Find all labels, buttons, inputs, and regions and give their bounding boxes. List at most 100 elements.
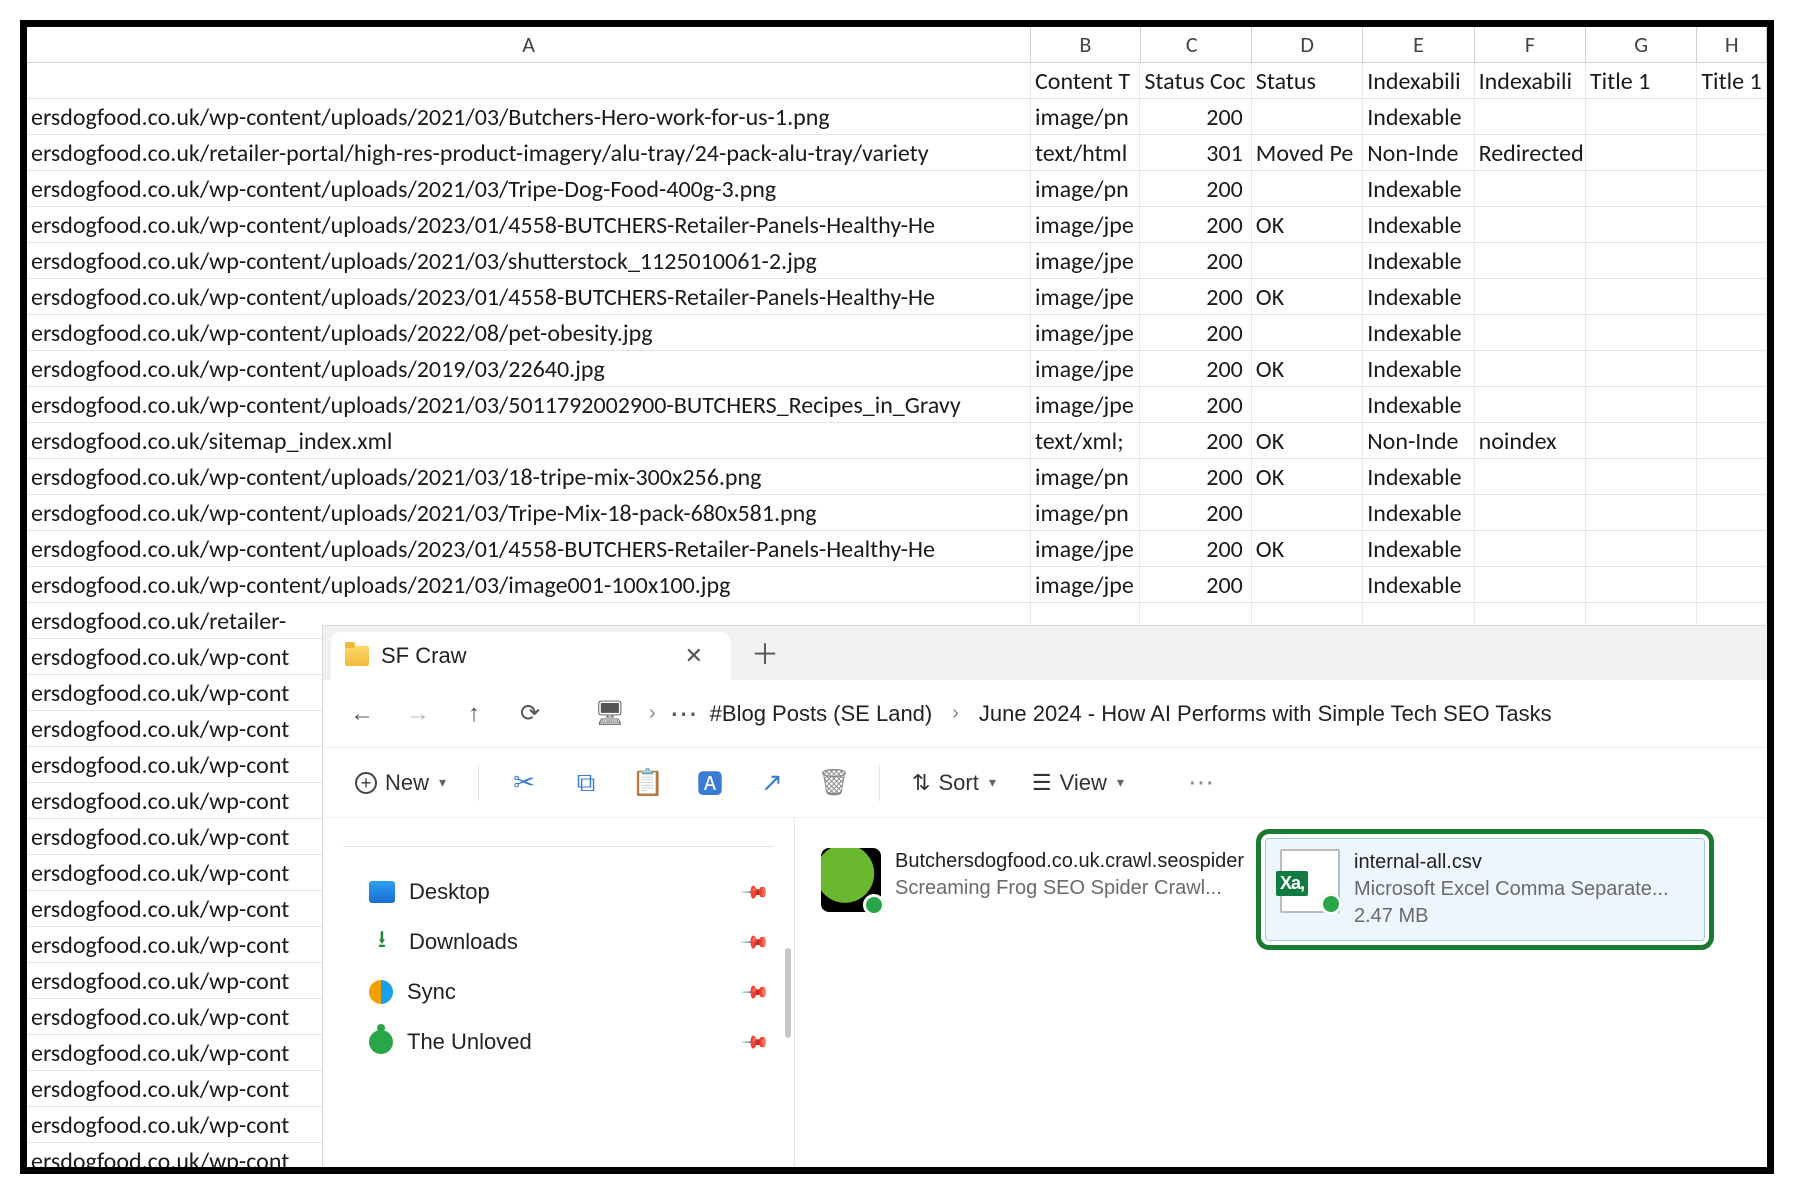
cell-indexability[interactable]: Indexable: [1363, 171, 1474, 206]
breadcrumb-part2[interactable]: June 2024 - How AI Performs with Simple …: [973, 701, 1558, 727]
cell-url[interactable]: ersdogfood.co.uk/wp-content/uploads/2022…: [27, 315, 1031, 350]
header-status-code[interactable]: Status Coc: [1140, 63, 1251, 98]
cell-status-code[interactable]: 200: [1140, 279, 1251, 314]
cell-indexability-status[interactable]: [1475, 207, 1586, 242]
cell-url[interactable]: ersdogfood.co.uk/wp-content/uploads/2021…: [27, 99, 1031, 134]
cell-indexability-status[interactable]: [1475, 387, 1586, 422]
new-button[interactable]: + New ▾: [341, 764, 460, 802]
cell-status-code[interactable]: 200: [1140, 243, 1251, 278]
cell-content-type[interactable]: image/jpe: [1031, 387, 1140, 422]
cut-icon[interactable]: ✂: [497, 761, 551, 805]
cell-url[interactable]: ersdogfood.co.uk/wp-content/uploads/2021…: [27, 171, 1031, 206]
refresh-button[interactable]: ⟳: [505, 692, 555, 736]
file-item-seospider[interactable]: Butchersdogfood.co.uk.crawl.seospider Sc…: [807, 838, 1247, 922]
cell-title1[interactable]: [1586, 99, 1697, 134]
cell-status[interactable]: [1252, 99, 1363, 134]
cell-content-type[interactable]: image/jpe: [1031, 351, 1140, 386]
table-row[interactable]: ersdogfood.co.uk/wp-content/uploads/2022…: [27, 315, 1767, 351]
scrollbar[interactable]: [785, 948, 791, 1038]
cell-url[interactable]: ersdogfood.co.uk/wp-content/uploads/2021…: [27, 387, 1031, 422]
cell-content-type[interactable]: image/jpe: [1031, 531, 1140, 566]
table-row[interactable]: ersdogfood.co.uk/wp-content/uploads/2021…: [27, 243, 1767, 279]
delete-icon[interactable]: 🗑: [807, 761, 861, 805]
cell-indexability-status[interactable]: [1475, 531, 1586, 566]
copy-icon[interactable]: ⧉: [559, 761, 613, 805]
more-options-button[interactable]: ⋯: [1174, 761, 1228, 805]
table-row[interactable]: ersdogfood.co.uk/wp-content/uploads/2023…: [27, 279, 1767, 315]
cell-indexability-status[interactable]: [1475, 315, 1586, 350]
cell-indexability-status[interactable]: [1475, 459, 1586, 494]
header-indexability-status[interactable]: Indexabili: [1475, 63, 1586, 98]
sidebar-item-downloads[interactable]: ⭳ Downloads 📌: [323, 917, 794, 967]
cell-title1[interactable]: [1586, 135, 1697, 170]
cell-title1[interactable]: [1586, 243, 1697, 278]
cell-title1[interactable]: [1586, 315, 1697, 350]
cell-title1b[interactable]: [1697, 387, 1767, 422]
cell-status-code[interactable]: 200: [1140, 423, 1251, 458]
cell-status[interactable]: OK: [1252, 279, 1363, 314]
cell-indexability-status[interactable]: [1475, 243, 1586, 278]
cell-content-type[interactable]: text/xml;: [1031, 423, 1140, 458]
explorer-tab[interactable]: SF Craw ✕: [331, 632, 731, 680]
table-row[interactable]: ersdogfood.co.uk/wp-content/uploads/2021…: [27, 387, 1767, 423]
cell-status[interactable]: [1252, 567, 1363, 602]
header-content-type[interactable]: Content T: [1031, 63, 1140, 98]
cell-status-code[interactable]: 301: [1140, 135, 1251, 170]
cell-status[interactable]: [1252, 171, 1363, 206]
view-button[interactable]: ☰ View ▾: [1018, 764, 1138, 802]
cell-indexability[interactable]: Indexable: [1363, 99, 1474, 134]
cell-title1b[interactable]: [1697, 531, 1767, 566]
cell-title1b[interactable]: [1697, 423, 1767, 458]
back-button[interactable]: ←: [337, 692, 387, 736]
cell-status-code[interactable]: 200: [1140, 387, 1251, 422]
cell-content-type[interactable]: image/jpe: [1031, 279, 1140, 314]
cell-indexability[interactable]: Indexable: [1363, 351, 1474, 386]
cell-status-code[interactable]: 200: [1140, 99, 1251, 134]
cell-indexability[interactable]: Non-Inde: [1363, 135, 1474, 170]
cell-indexability[interactable]: Indexable: [1363, 279, 1474, 314]
sort-button[interactable]: ⇅ Sort ▾: [898, 764, 1010, 802]
table-row[interactable]: ersdogfood.co.uk/wp-content/uploads/2021…: [27, 495, 1767, 531]
cell-title1b[interactable]: [1697, 99, 1767, 134]
cell-indexability-status[interactable]: [1475, 171, 1586, 206]
cell-title1b[interactable]: [1697, 567, 1767, 602]
cell-title1b[interactable]: [1697, 171, 1767, 206]
cell-indexability[interactable]: Indexable: [1363, 567, 1474, 602]
cell-url[interactable]: ersdogfood.co.uk/wp-content/uploads/2021…: [27, 567, 1031, 602]
cell-indexability-status[interactable]: [1475, 279, 1586, 314]
cell-status[interactable]: OK: [1252, 423, 1363, 458]
cell-indexability[interactable]: Non-Inde: [1363, 423, 1474, 458]
cell-title1[interactable]: [1586, 423, 1697, 458]
cell-title1[interactable]: [1586, 279, 1697, 314]
cell-status-code[interactable]: 200: [1140, 207, 1251, 242]
cell-indexability[interactable]: Indexable: [1363, 531, 1474, 566]
cell-status-code[interactable]: 200: [1140, 459, 1251, 494]
cell-indexability-status[interactable]: [1475, 567, 1586, 602]
cell-content-type[interactable]: image/jpe: [1031, 243, 1140, 278]
cell-status-code[interactable]: 200: [1140, 495, 1251, 530]
cell-title1[interactable]: [1586, 531, 1697, 566]
cell-content-type[interactable]: image/jpe: [1031, 567, 1140, 602]
table-row[interactable]: ersdogfood.co.uk/wp-content/uploads/2023…: [27, 531, 1767, 567]
col-letter-d[interactable]: D: [1252, 27, 1363, 62]
cell-url[interactable]: ersdogfood.co.uk/wp-content/uploads/2023…: [27, 531, 1031, 566]
new-tab-button[interactable]: ＋: [731, 633, 799, 673]
cell-title1b[interactable]: [1697, 495, 1767, 530]
cell-title1[interactable]: [1586, 207, 1697, 242]
cell-indexability-status[interactable]: [1475, 99, 1586, 134]
cell-title1b[interactable]: [1697, 351, 1767, 386]
table-row[interactable]: ersdogfood.co.uk/wp-content/uploads/2021…: [27, 567, 1767, 603]
cell-url[interactable]: ersdogfood.co.uk/sitemap_index.xml: [27, 423, 1031, 458]
monitor-icon[interactable]: 🖥: [585, 692, 635, 736]
cell-title1b[interactable]: [1697, 135, 1767, 170]
cell-indexability[interactable]: Indexable: [1363, 207, 1474, 242]
cell-title1[interactable]: [1586, 351, 1697, 386]
breadcrumb-overflow[interactable]: ⋯: [670, 697, 698, 730]
cell-status[interactable]: [1252, 387, 1363, 422]
cell-url[interactable]: ersdogfood.co.uk/retailer-portal/high-re…: [27, 135, 1031, 170]
sidebar-item-desktop[interactable]: Desktop 📌: [323, 867, 794, 917]
cell-title1[interactable]: [1586, 171, 1697, 206]
cell-title1[interactable]: [1586, 567, 1697, 602]
cell-content-type[interactable]: image/pn: [1031, 459, 1140, 494]
col-letter-c[interactable]: C: [1141, 27, 1252, 62]
